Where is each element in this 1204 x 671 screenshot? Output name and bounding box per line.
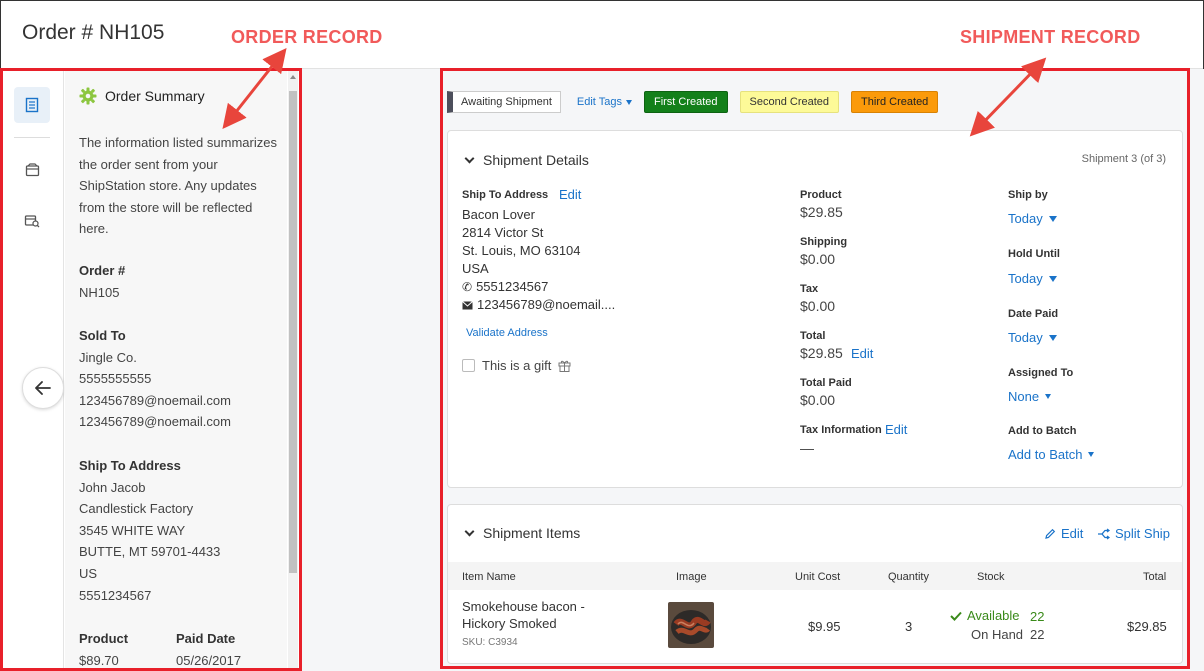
shipment-record-highlight — [440, 68, 1190, 669]
order-record-label: ORDER RECORD — [231, 27, 383, 47]
shipment-record-label: SHIPMENT RECORD — [960, 27, 1141, 47]
page-title: Order # NH105 — [22, 21, 165, 44]
order-record-highlight — [0, 68, 302, 671]
